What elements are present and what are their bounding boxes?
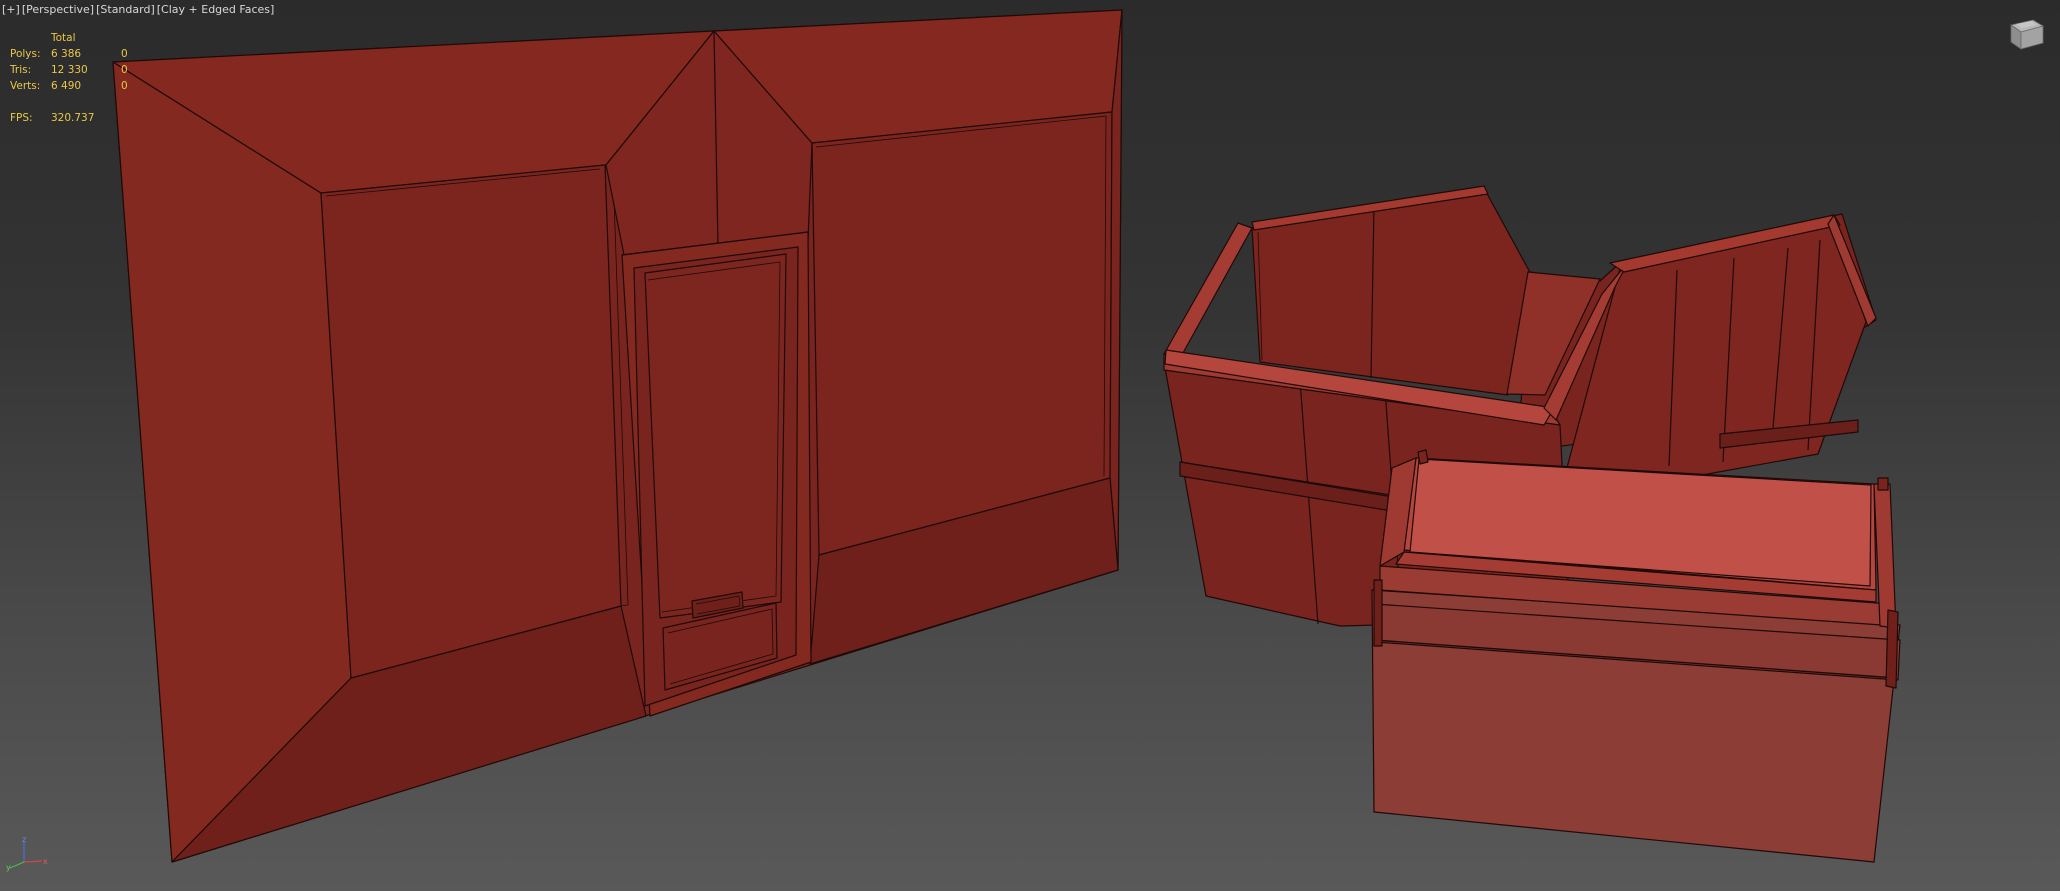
stats-total-value: 12 330 — [51, 64, 88, 76]
stats-label: Verts: — [10, 80, 41, 92]
viewport-menu-standard[interactable]: [Standard] — [95, 3, 156, 16]
fps-value: 320.737 — [51, 112, 95, 124]
stats-total-header: Total — [51, 32, 76, 44]
wall-right-panel — [811, 111, 1113, 556]
axis-y-label: y — [6, 863, 11, 872]
viewport-scene[interactable] — [0, 0, 2060, 891]
dumpster-hinge-pin-right — [1877, 477, 1889, 491]
viewport-menu-plus[interactable]: [+] — [1, 3, 21, 16]
axis-tripod-icon: z x y — [4, 835, 50, 872]
stats-total-value: 6 386 — [51, 48, 82, 60]
skip-left-rim — [1163, 222, 1253, 363]
stats-selected-value: 0 — [121, 48, 128, 60]
door-slab — [644, 253, 787, 619]
viewport-label-bar: [+] [Perspective] [Standard] [Clay + Edg… — [1, 1, 275, 17]
wall-facade-model[interactable] — [112, 9, 1123, 863]
dumpster-right-bracket — [1885, 609, 1899, 689]
stats-total-value: 6 490 — [51, 80, 82, 92]
dumpster-model[interactable] — [1371, 449, 1901, 863]
stats-label: Polys: — [10, 48, 41, 60]
viewport-menu-shading[interactable]: [Clay + Edged Faces] — [156, 3, 276, 16]
stats-label: Tris: — [10, 64, 32, 76]
viewport-menu-perspective[interactable]: [Perspective] — [21, 3, 95, 16]
stats-selected-value: 0 — [121, 64, 128, 76]
dumpster-hinge-pin-left — [1417, 449, 1429, 465]
viewcube-icon[interactable] — [2007, 17, 2045, 51]
axis-x-label: x — [43, 857, 48, 866]
wall-left-panel — [320, 164, 622, 679]
fps-label: FPS: — [10, 112, 33, 124]
axis-z-label: z — [22, 836, 26, 844]
stats-selected-value: 0 — [121, 80, 128, 92]
dumpster-left-bracket — [1373, 579, 1383, 647]
skip-right-side — [1559, 221, 1867, 495]
